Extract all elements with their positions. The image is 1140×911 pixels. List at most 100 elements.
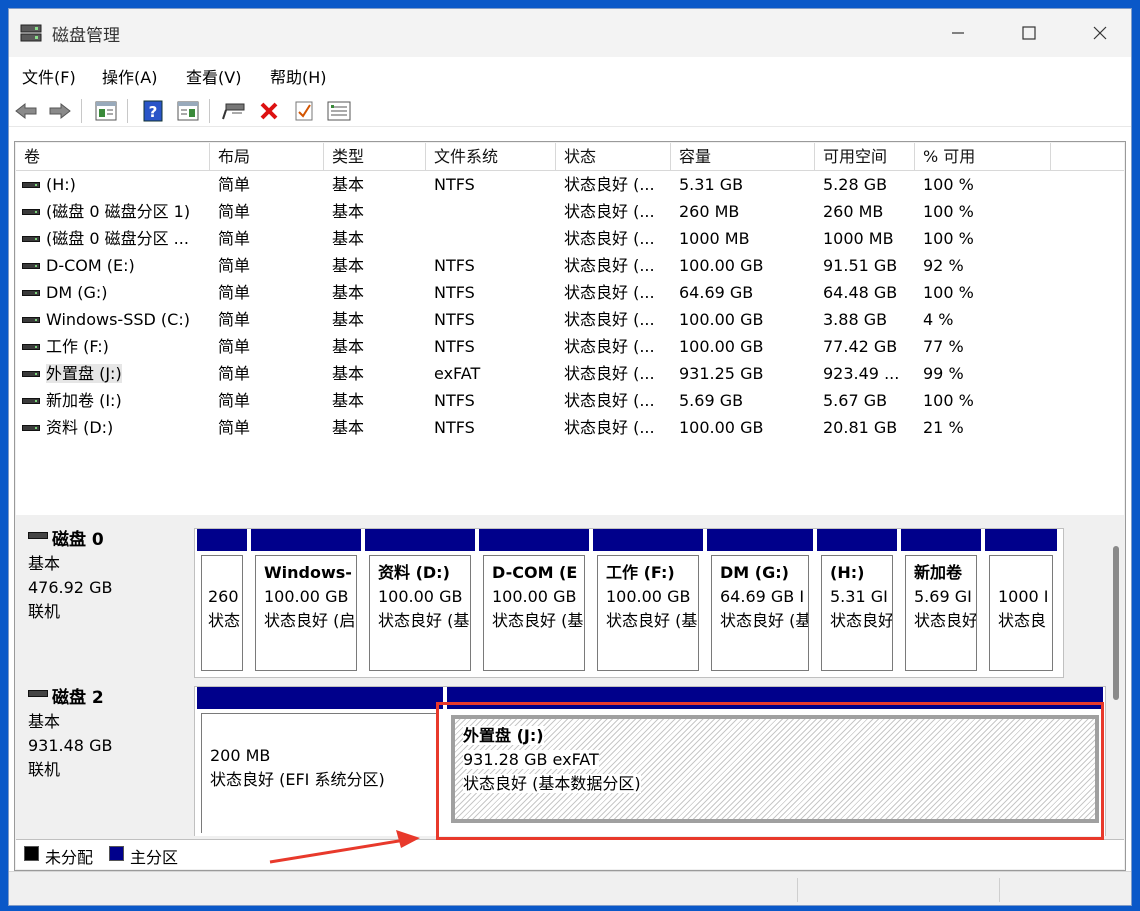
- disk-name: 磁盘 2: [52, 688, 104, 708]
- partition[interactable]: 工作 (F:) 100.00 GB 状态良好 (基: [593, 529, 703, 675]
- unallocated-swatch: [24, 846, 39, 861]
- free-space-cell: 20.81 GB: [823, 418, 898, 437]
- percent-free-cell: 100 %: [923, 391, 974, 410]
- maximize-button[interactable]: [994, 9, 1064, 57]
- disk-type: 基本: [28, 712, 61, 731]
- volume-name: (磁盘 0 磁盘分区 ...: [46, 229, 189, 248]
- volume-list-header: 卷 布局 类型 文件系统 状态 容量 可用空间 % 可用: [16, 143, 1124, 171]
- partition[interactable]: DM (G:) 64.69 GB I 状态良好 (基: [707, 529, 813, 675]
- column-header-layout[interactable]: 布局: [210, 143, 324, 171]
- toolbar-separator: [127, 99, 128, 123]
- column-header-type[interactable]: 类型: [324, 143, 426, 171]
- volume-row[interactable]: Windows-SSD (C:) 简单 基本 NTFS 状态良好 (... 10…: [16, 306, 1124, 333]
- volume-name: Windows-SSD (C:): [46, 310, 190, 329]
- volume-row[interactable]: D-COM (E:) 简单 基本 NTFS 状态良好 (... 100.00 G…: [16, 252, 1124, 279]
- volume-row[interactable]: (H:) 简单 基本 NTFS 状态良好 (... 5.31 GB 5.28 G…: [16, 171, 1124, 198]
- filesystem-cell: NTFS: [434, 175, 475, 194]
- volume-row[interactable]: 新加卷 (I:) 简单 基本 NTFS 状态良好 (... 5.69 GB 5.…: [16, 387, 1124, 414]
- column-header-filesystem[interactable]: 文件系统: [426, 143, 556, 171]
- capacity-cell: 260 MB: [679, 202, 740, 221]
- partition[interactable]: 新加卷 5.69 GI 状态良好: [901, 529, 981, 675]
- disk-icon: [28, 532, 48, 539]
- column-header-status[interactable]: 状态: [556, 143, 671, 171]
- partition[interactable]: 1000 I 状态良: [985, 529, 1057, 675]
- partition-status: 状态良好: [914, 611, 977, 630]
- forward-button[interactable]: [48, 99, 72, 123]
- menu-action[interactable]: 操作(A): [102, 64, 157, 88]
- layout-cell: 简单: [218, 364, 251, 383]
- partition[interactable]: 200 MB 状态良好 (EFI 系统分区): [197, 687, 443, 836]
- partition-name: 工作 (F:): [606, 563, 675, 582]
- drive-icon: [22, 398, 40, 404]
- partition-size: 5.31 GI: [830, 587, 888, 606]
- partition[interactable]: 260 状态: [197, 529, 247, 675]
- partition-size: 100.00 GB: [492, 587, 577, 606]
- volume-name-cell: DM (G:): [16, 279, 210, 306]
- back-button[interactable]: [14, 99, 38, 123]
- capacity-cell: 64.69 GB: [679, 283, 754, 302]
- partition[interactable]: Windows- 100.00 GB 状态良好 (启: [251, 529, 361, 675]
- filesystem-cell: NTFS: [434, 283, 475, 302]
- check-button[interactable]: [292, 99, 316, 123]
- volume-row[interactable]: (磁盘 0 磁盘分区 1) 简单 基本 状态良好 (... 260 MB 260…: [16, 198, 1124, 225]
- layout-cell: 简单: [218, 175, 251, 194]
- percent-free-cell: 100 %: [923, 175, 974, 194]
- menu-view[interactable]: 查看(V): [186, 64, 241, 88]
- vertical-scrollbar[interactable]: [1108, 518, 1124, 836]
- disk-0-label[interactable]: 磁盘 0 基本 476.92 GB 联机: [22, 528, 192, 678]
- disk-2-label[interactable]: 磁盘 2 基本 931.48 GB 联机: [22, 686, 192, 836]
- volume-name-cell: 新加卷 (I:): [16, 387, 210, 414]
- capacity-cell: 100.00 GB: [679, 310, 764, 329]
- partition-status: 状态良好: [830, 611, 893, 630]
- properties-button[interactable]: [94, 99, 118, 123]
- volume-row[interactable]: (磁盘 0 磁盘分区 ... 简单 基本 状态良好 (... 1000 MB 1…: [16, 225, 1124, 252]
- column-header-volume[interactable]: 卷: [16, 143, 210, 171]
- partition[interactable]: (H:) 5.31 GI 状态良好: [817, 529, 897, 675]
- view-icon: [177, 101, 199, 121]
- properties-icon: [95, 101, 117, 121]
- status-cell: 状态良好 (...: [564, 337, 655, 356]
- partition-name: D-COM (E: [492, 563, 578, 582]
- disk-size: 931.48 GB: [28, 736, 113, 755]
- connect-button[interactable]: [222, 99, 246, 123]
- partition[interactable]: 资料 (D:) 100.00 GB 状态良好 (基: [365, 529, 475, 675]
- close-icon: [1093, 26, 1107, 40]
- view-button[interactable]: [176, 99, 200, 123]
- menu-help[interactable]: 帮助(H): [270, 64, 327, 88]
- status-cell: 状态良好 (...: [564, 175, 655, 194]
- legend-primary-partition: 主分区: [130, 848, 179, 867]
- volume-name: DM (G:): [46, 283, 108, 302]
- volume-row[interactable]: 外置盘 (J:) 简单 基本 exFAT 状态良好 (... 931.25 GB…: [16, 360, 1124, 387]
- volume-list: 卷 布局 类型 文件系统 状态 容量 可用空间 % 可用 (H:) 简单 基本 …: [16, 143, 1124, 515]
- volume-name: 工作 (F:): [46, 337, 109, 356]
- help-button[interactable]: ?: [141, 99, 165, 123]
- drive-icon: [22, 209, 40, 215]
- delete-button[interactable]: [257, 99, 281, 123]
- percent-free-cell: 92 %: [923, 256, 964, 275]
- volume-row[interactable]: 资料 (D:) 简单 基本 NTFS 状态良好 (... 100.00 GB 2…: [16, 414, 1124, 441]
- partition[interactable]: D-COM (E 100.00 GB 状态良好 (基: [479, 529, 589, 675]
- primary-partition-bar: [985, 529, 1057, 551]
- percent-free-cell: 100 %: [923, 229, 974, 248]
- percent-free-cell: 100 %: [923, 283, 974, 302]
- list-button[interactable]: [327, 99, 351, 123]
- close-button[interactable]: [1065, 9, 1131, 57]
- forward-icon: [49, 102, 71, 120]
- percent-free-cell: 21 %: [923, 418, 964, 437]
- scrollbar-thumb[interactable]: [1113, 546, 1119, 700]
- volume-row[interactable]: 工作 (F:) 简单 基本 NTFS 状态良好 (... 100.00 GB 7…: [16, 333, 1124, 360]
- primary-partition-bar: [197, 529, 247, 551]
- volume-row[interactable]: DM (G:) 简单 基本 NTFS 状态良好 (... 64.69 GB 64…: [16, 279, 1124, 306]
- column-header-percent-free[interactable]: % 可用: [915, 143, 1051, 171]
- minimize-button[interactable]: [923, 9, 993, 57]
- column-header-capacity[interactable]: 容量: [671, 143, 815, 171]
- capacity-cell: 931.25 GB: [679, 364, 764, 383]
- partition-body: Windows- 100.00 GB 状态良好 (启: [255, 555, 357, 671]
- primary-partition-bar: [707, 529, 813, 551]
- help-icon: ?: [143, 100, 163, 122]
- column-header-free-space[interactable]: 可用空间: [815, 143, 915, 171]
- partition-body: 工作 (F:) 100.00 GB 状态良好 (基: [597, 555, 699, 671]
- menu-file[interactable]: 文件(F): [22, 64, 76, 88]
- layout-cell: 简单: [218, 337, 251, 356]
- volume-name-cell: 外置盘 (J:): [16, 360, 210, 387]
